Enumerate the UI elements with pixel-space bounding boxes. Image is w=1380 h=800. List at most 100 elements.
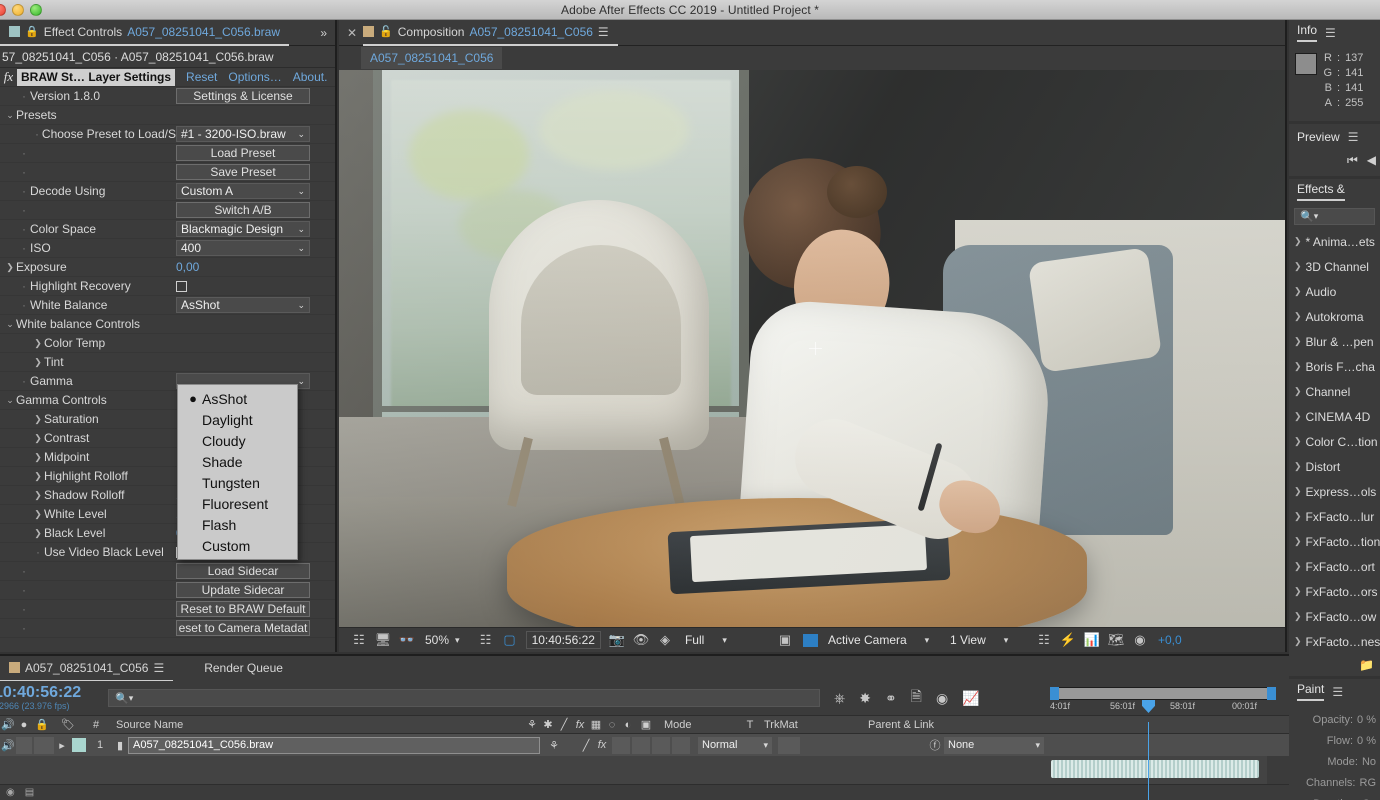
viewer-timecode[interactable]: 10:40:56:22 — [526, 631, 601, 649]
twirl-chevron-icon[interactable]: ❯ — [32, 509, 44, 520]
channel-rgb-icon[interactable]: ◈ — [653, 632, 677, 648]
parameter-button[interactable]: Save Preset — [176, 164, 310, 180]
parameter-dot-icon[interactable]: · — [18, 279, 30, 293]
region-of-interest-icon[interactable]: ▢ — [498, 632, 522, 648]
composition-mini-flowchart-icon[interactable]: ⎈ — [834, 690, 845, 707]
tab-effect-controls[interactable]: 🔒 Effect Controls A057_08251041_C056.bra… — [0, 20, 289, 46]
parameter-value-cell[interactable]: eset to Camera Metadat — [176, 620, 310, 636]
parameter-dot-icon[interactable]: · — [18, 298, 30, 312]
twirl-chevron-icon[interactable]: ❯ — [32, 490, 44, 501]
hide-shy-layers-icon[interactable]: ⚭ — [885, 690, 897, 707]
white-balance-dropdown-menu[interactable]: ●AsShot Daylight Cloudy Shade Tungsten F… — [177, 384, 298, 560]
parameter-value-cell[interactable]: Load Sidecar — [176, 563, 310, 579]
panel-menu-icon[interactable]: ☰ — [1348, 130, 1359, 144]
close-window-icon[interactable] — [0, 4, 6, 16]
effects-category-list[interactable]: ❯* Anima…ets❯3D Channel❯Audio❯Autokroma❯… — [1289, 229, 1380, 654]
layer-switch-d[interactable] — [672, 737, 690, 754]
preview-panel-title[interactable]: Preview — [1297, 130, 1340, 144]
lock-icon[interactable]: 🔓 — [379, 25, 393, 38]
twirl-open-icon[interactable]: ⌄ — [4, 110, 16, 121]
always-preview-icon[interactable]: ☷ — [347, 632, 371, 648]
parameter-dot-icon[interactable]: · — [18, 602, 30, 616]
tab-render-queue[interactable]: Render Queue — [195, 656, 292, 682]
paint-setting-row[interactable]: Channels:RG — [1293, 773, 1376, 794]
timeline-search-input[interactable]: 🔍 ▾ — [108, 689, 820, 707]
twirl-open-icon[interactable]: ⌄ — [4, 319, 16, 330]
parameter-dot-icon[interactable]: · — [18, 222, 30, 236]
twirl-chevron-icon[interactable]: ❯ — [32, 414, 44, 425]
parameter-dot-icon[interactable]: · — [18, 203, 30, 217]
twirl-chevron-icon[interactable]: ❯ — [1294, 436, 1302, 447]
go-to-start-icon[interactable]: ⏮ — [1347, 153, 1358, 168]
parameter-dot-icon[interactable]: · — [18, 583, 30, 597]
paint-setting-row[interactable]: Flow:0 % — [1293, 731, 1376, 752]
main-viewer-icon[interactable]: 🖥 — [371, 632, 395, 648]
maximize-window-icon[interactable] — [30, 4, 42, 16]
collapse-transform-icon[interactable]: ◌ — [604, 715, 620, 734]
draft-3d-icon[interactable]: ✸ — [859, 690, 871, 707]
list-item[interactable]: ❯FxFacto…ow — [1289, 604, 1380, 629]
anchor-point-crosshair[interactable] — [809, 342, 822, 355]
paint-panel-title[interactable]: Paint — [1297, 682, 1324, 701]
timeline-work-area-ruler[interactable]: 4:01f 56:01f 58:01f 00:01f — [1048, 681, 1280, 715]
parameter-checkbox[interactable] — [176, 281, 187, 292]
twirl-chevron-icon[interactable]: ❯ — [32, 357, 44, 368]
twirl-chevron-icon[interactable]: ❯ — [1294, 586, 1302, 597]
twirl-chevron-icon[interactable]: ❯ — [1294, 461, 1302, 472]
twirl-chevron-icon[interactable]: ❯ — [1294, 511, 1302, 522]
parameter-value-cell[interactable]: Update Sidecar — [176, 582, 310, 598]
effect-parameter-row[interactable]: ❯Color Temp — [0, 334, 335, 353]
twirl-chevron-icon[interactable]: ❯ — [1294, 611, 1302, 622]
graph-editor-icon[interactable]: 📈 — [962, 690, 979, 707]
parameter-number-value[interactable]: 0,00 — [176, 260, 199, 274]
timeline-zoom-slider[interactable]: ▤ — [25, 787, 34, 798]
parameter-dot-icon[interactable]: · — [18, 621, 30, 635]
layer-solo-toggle[interactable] — [16, 737, 32, 754]
views-select[interactable]: 1 View ▾ — [946, 632, 1032, 648]
parameter-button[interactable]: Load Preset — [176, 145, 310, 161]
menu-item-asshot[interactable]: ●AsShot — [178, 388, 297, 409]
timeline-jump-icon[interactable]: 📊 — [1080, 632, 1104, 648]
options-link[interactable]: Options… — [228, 70, 281, 84]
parameter-dot-icon[interactable]: · — [18, 89, 30, 103]
current-time-display[interactable]: 10:40:56:22 22966 (23.976 fps) — [0, 685, 108, 711]
twirl-chevron-icon[interactable]: ❯ — [1294, 536, 1302, 547]
twirl-chevron-icon[interactable]: ❯ — [32, 433, 44, 444]
twirl-chevron-icon[interactable]: ❯ — [1294, 286, 1302, 297]
menu-item-daylight[interactable]: Daylight — [178, 409, 297, 430]
parameter-select[interactable]: 400⌄ — [176, 240, 310, 256]
track-t-column-header[interactable]: T — [736, 715, 764, 734]
panel-menu-icon[interactable]: ☰ — [1325, 26, 1336, 40]
three-d-layer-icon[interactable]: ▣ — [636, 715, 656, 734]
minimize-window-icon[interactable] — [12, 4, 24, 16]
layer-trkmat-value[interactable] — [800, 736, 926, 755]
step-back-icon[interactable]: ◀ — [1367, 153, 1376, 168]
list-item[interactable]: ❯Color C…tion — [1289, 429, 1380, 454]
parameter-button[interactable]: Settings & License — [176, 88, 310, 104]
menu-item-cloudy[interactable]: Cloudy — [178, 430, 297, 451]
layer-fx-icon[interactable]: fx — [594, 736, 610, 755]
parameter-select[interactable]: Blackmagic Design⌄ — [176, 221, 310, 237]
twirl-chevron-icon[interactable]: ❯ — [1294, 411, 1302, 422]
layer-switch-blank[interactable] — [562, 736, 578, 755]
effect-name[interactable]: BRAW St… Layer Settings — [17, 69, 175, 86]
twirl-chevron-icon[interactable]: ❯ — [32, 338, 44, 349]
layer-duration-bar[interactable] — [1051, 760, 1259, 778]
list-item[interactable]: ❯Express…ols — [1289, 479, 1380, 504]
parameter-button[interactable]: Load Sidecar — [176, 563, 310, 579]
twirl-chevron-icon[interactable]: ❯ — [32, 528, 44, 539]
layer-label-color[interactable] — [72, 738, 86, 752]
list-item[interactable]: ❯Autokroma — [1289, 304, 1380, 329]
parameter-button[interactable]: eset to Camera Metadat — [176, 620, 310, 636]
pixel-aspect-icon[interactable]: ☷ — [1032, 632, 1056, 648]
list-item[interactable]: ❯Boris F…cha — [1289, 354, 1380, 379]
parameter-dot-icon[interactable]: · — [18, 241, 30, 255]
effect-parameter-row[interactable]: ·Color SpaceBlackmagic Design⌄ — [0, 220, 335, 239]
parameter-dot-icon[interactable]: · — [18, 564, 30, 578]
info-panel-title[interactable]: Info — [1297, 23, 1317, 42]
effect-parameter-row[interactable]: · Update Sidecar — [0, 581, 335, 600]
layer-audio-toggle[interactable]: 🔊 — [0, 736, 16, 755]
list-item[interactable]: ❯CINEMA 4D — [1289, 404, 1380, 429]
parameter-value-cell[interactable]: Load Preset — [176, 145, 310, 161]
layer-parent-select[interactable]: None ▾ — [944, 737, 1044, 754]
